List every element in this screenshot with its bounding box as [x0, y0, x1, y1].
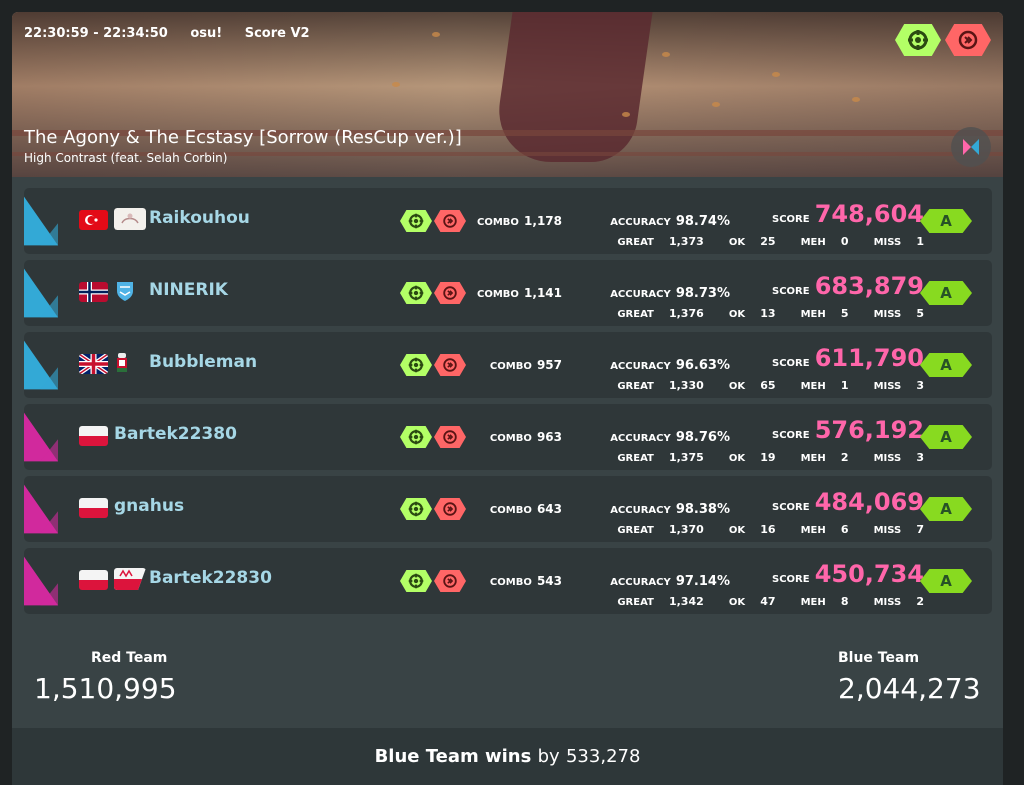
hidden-icon	[434, 282, 466, 304]
hit-stats: GREAT 1,330 OK 65 MEH 1 MISS 3	[617, 379, 924, 392]
nofail-icon	[400, 570, 432, 592]
hit-stats: GREAT 1,370 OK 16 MEH 6 MISS 7	[617, 523, 924, 536]
player-scores-list: Raikouhou COMBO 1,178 ACCURACY 98.74% GR…	[24, 188, 992, 620]
table-row: Bartek22830 COMBO 543 ACCURACY 97.14% GR…	[24, 548, 992, 614]
time-range: 22:30:59 - 22:34:50	[24, 26, 168, 41]
team-indicator-icon	[24, 412, 58, 462]
player-name[interactable]: Raikouhou	[149, 208, 250, 228]
team-logo-icon	[114, 208, 146, 230]
rank-badge: A	[920, 569, 972, 593]
hit-stats: GREAT 1,342 OK 47 MEH 8 MISS 2	[617, 595, 924, 608]
combo-stat: COMBO 543	[489, 574, 562, 588]
table-row: Bubbleman COMBO 957 ACCURACY 96.63% GREA…	[24, 332, 992, 398]
player-name[interactable]: Bartek22830	[149, 568, 272, 588]
nofail-icon	[400, 498, 432, 520]
red-team-label: Red Team	[91, 650, 168, 666]
match-meta: 22:30:59 - 22:34:50 osu! Score V2	[24, 26, 328, 41]
rank-badge: A	[920, 281, 972, 305]
row-mods	[400, 210, 466, 232]
country-flag-icon	[79, 210, 108, 230]
accuracy-stat: ACCURACY 98.74%	[610, 214, 730, 229]
win-margin: 533,278	[565, 746, 641, 767]
team-indicator-icon	[24, 340, 58, 390]
team-indicator-icon	[24, 268, 58, 318]
nofail-icon	[400, 282, 432, 304]
table-row: gnahus COMBO 643 ACCURACY 98.38% GREAT 1…	[24, 476, 992, 542]
nofail-icon	[400, 354, 432, 376]
combo-stat: COMBO 1,178	[477, 214, 562, 228]
row-mods	[400, 570, 466, 592]
country-flag-icon	[79, 570, 108, 590]
team-indicator-icon	[24, 556, 58, 606]
team-logo-icon	[114, 568, 146, 590]
team-logo-icon	[114, 352, 146, 374]
beatmap-header: 22:30:59 - 22:34:50 osu! Score V2 The Ag…	[12, 12, 1003, 177]
match-result-panel: 22:30:59 - 22:34:50 osu! Score V2 The Ag…	[12, 12, 1003, 785]
rank-badge: A	[920, 209, 972, 233]
player-name[interactable]: Bubbleman	[149, 352, 257, 372]
score-stat: SCORE 683,879	[772, 272, 924, 300]
country-flag-icon	[79, 282, 108, 302]
combo-stat: COMBO 643	[489, 502, 562, 516]
hit-stats: GREAT 1,373 OK 25 MEH 0 MISS 1	[617, 235, 924, 248]
by-text: by	[537, 746, 560, 767]
nofail-icon	[895, 24, 941, 56]
score-stat: SCORE 484,069	[772, 488, 924, 516]
row-mods	[400, 354, 466, 376]
header-mods	[895, 24, 991, 56]
player-name[interactable]: gnahus	[114, 496, 184, 516]
combo-stat: COMBO 957	[489, 358, 562, 372]
beatmap-title: The Agony & The Ecstasy [Sorrow (ResCup …	[24, 127, 462, 148]
osu-mode-icon	[951, 127, 991, 167]
scoring-mode: Score V2	[244, 26, 310, 41]
nofail-icon	[400, 210, 432, 232]
score-stat: SCORE 611,790	[772, 344, 924, 372]
team-indicator-icon	[24, 484, 58, 534]
row-mods	[400, 426, 466, 448]
country-flag-icon	[79, 498, 108, 518]
beatmap-artist: High Contrast (feat. Selah Corbin)	[24, 151, 228, 165]
table-row: NINERIK COMBO 1,141 ACCURACY 98.73% GREA…	[24, 260, 992, 326]
hit-stats: GREAT 1,376 OK 13 MEH 5 MISS 5	[617, 307, 924, 320]
row-mods	[400, 282, 466, 304]
hidden-icon	[434, 498, 466, 520]
hidden-icon	[434, 210, 466, 232]
score-stat: SCORE 450,734	[772, 560, 924, 588]
blue-team-score: 2,044,273	[838, 672, 981, 705]
accuracy-stat: ACCURACY 98.73%	[610, 286, 730, 301]
hidden-icon	[434, 426, 466, 448]
red-team-score: 1,510,995	[34, 672, 177, 705]
blue-team-label: Blue Team	[838, 650, 920, 666]
accuracy-stat: ACCURACY 98.76%	[610, 430, 730, 445]
game-mode: osu!	[190, 26, 223, 41]
table-row: Bartek22380 COMBO 963 ACCURACY 98.76% GR…	[24, 404, 992, 470]
accuracy-stat: ACCURACY 96.63%	[610, 358, 730, 373]
nofail-icon	[400, 426, 432, 448]
row-mods	[400, 498, 466, 520]
team-indicator-icon	[24, 196, 58, 246]
country-flag-icon	[79, 354, 108, 374]
score-stat: SCORE 748,604	[772, 200, 924, 228]
rank-badge: A	[920, 425, 972, 449]
player-name[interactable]: NINERIK	[149, 280, 228, 300]
score-stat: SCORE 576,192	[772, 416, 924, 444]
country-flag-icon	[79, 426, 108, 446]
combo-stat: COMBO 963	[489, 430, 562, 444]
rank-badge: A	[920, 353, 972, 377]
hidden-icon	[434, 570, 466, 592]
hidden-icon	[945, 24, 991, 56]
player-name[interactable]: Bartek22380	[114, 424, 237, 444]
match-result-banner: Blue Team wins by 533,278	[12, 728, 1003, 785]
hit-stats: GREAT 1,375 OK 19 MEH 2 MISS 3	[617, 451, 924, 464]
rank-badge: A	[920, 497, 972, 521]
hidden-icon	[434, 354, 466, 376]
table-row: Raikouhou COMBO 1,178 ACCURACY 98.74% GR…	[24, 188, 992, 254]
combo-stat: COMBO 1,141	[477, 286, 562, 300]
team-logo-icon	[114, 280, 146, 302]
winner-text: Blue Team wins	[374, 746, 532, 767]
accuracy-stat: ACCURACY 98.38%	[610, 502, 730, 517]
accuracy-stat: ACCURACY 97.14%	[610, 574, 730, 589]
